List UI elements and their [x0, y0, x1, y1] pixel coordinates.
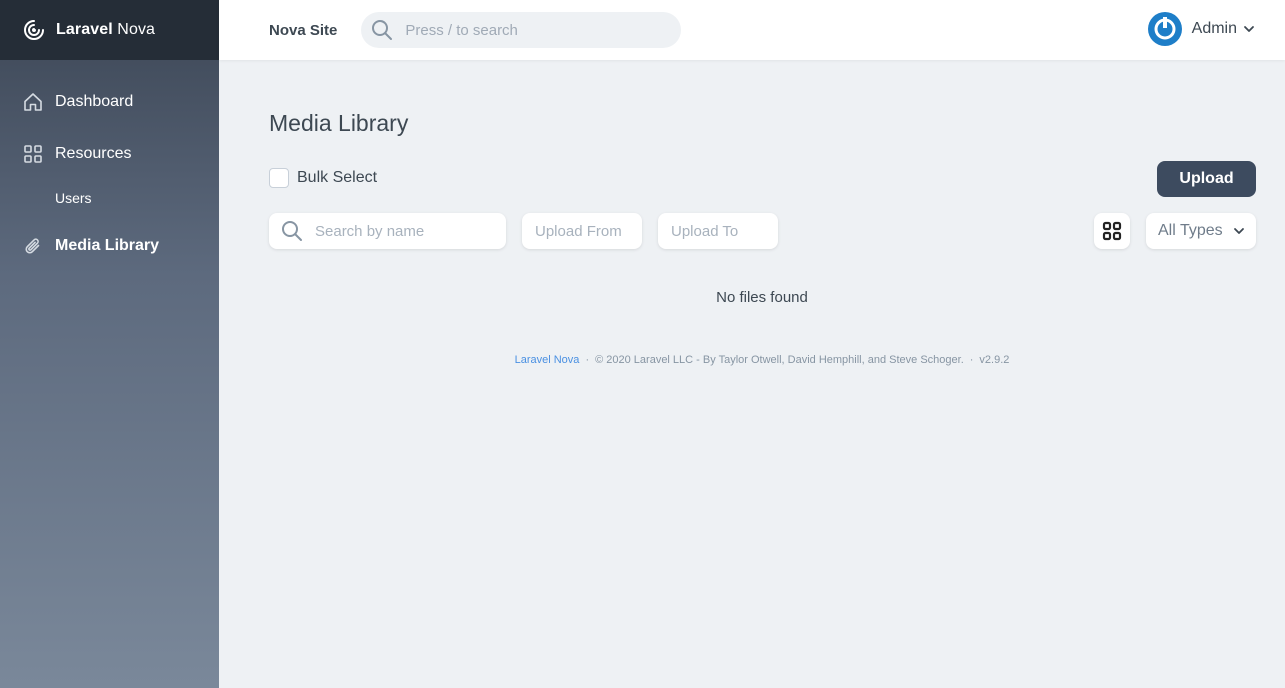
upload-button[interactable]: Upload: [1157, 161, 1256, 197]
avatar: [1147, 12, 1182, 46]
brand[interactable]: Laravel Nova: [0, 0, 219, 60]
footer-copyright: © 2020 Laravel LLC - By Taylor Otwell, D…: [595, 354, 964, 366]
user-name: Admin: [1191, 20, 1237, 37]
site-name-link[interactable]: Nova Site: [269, 22, 337, 39]
bulk-select-label: Bulk Select: [297, 169, 378, 186]
page-title: Media Library: [269, 110, 409, 136]
grid-view-icon: [1102, 221, 1122, 241]
search-by-name-input[interactable]: [315, 222, 506, 240]
grid-view-toggle[interactable]: [1094, 213, 1130, 249]
sidebar-item-dashboard[interactable]: Dashboard: [0, 88, 219, 116]
search-icon: [371, 19, 393, 41]
footer: Laravel Nova · © 2020 Laravel LLC - By Tay…: [219, 354, 1285, 366]
top-header: Nova Site Admin: [219, 0, 1285, 60]
sidebar-item-label: Dashboard: [55, 93, 134, 110]
type-filter-select[interactable]: All Types: [1146, 213, 1256, 249]
global-search-input[interactable]: [405, 21, 656, 39]
chevron-down-icon: [1233, 228, 1244, 234]
chevron-down-icon: [1244, 26, 1254, 32]
footer-nova-link[interactable]: Laravel Nova: [515, 354, 580, 366]
media-search-field[interactable]: [269, 213, 506, 249]
laravel-nova-logo-icon: [24, 20, 44, 40]
home-icon: [23, 92, 43, 112]
sidebar-nav: Dashboard Resources Users Media Library: [0, 60, 219, 260]
upload-to-field[interactable]: [658, 213, 778, 249]
sidebar-item-label: Users: [55, 190, 92, 206]
upload-to-input[interactable]: [671, 222, 778, 240]
brand-name-rest: Nova: [117, 21, 156, 38]
sidebar-item-users[interactable]: Users: [0, 188, 219, 208]
sidebar-item-resources[interactable]: Resources: [0, 140, 219, 168]
user-menu[interactable]: Admin: [1147, 12, 1255, 46]
sidebar-item-media-library[interactable]: Media Library: [0, 232, 219, 260]
type-filter-value: All Types: [1158, 222, 1223, 239]
sidebar: Laravel Nova Dashboard Resources Users M…: [0, 0, 219, 688]
empty-state-message: No files found: [716, 289, 808, 306]
sidebar-item-label: Media Library: [55, 237, 160, 254]
upload-from-field[interactable]: [522, 213, 642, 249]
sidebar-item-label: Resources: [55, 145, 132, 162]
footer-separator: ·: [969, 354, 974, 366]
search-icon: [281, 220, 303, 242]
brand-name-bold: Laravel: [56, 21, 113, 38]
paperclip-icon: [23, 236, 43, 256]
bulk-select-checkbox[interactable]: [269, 168, 289, 188]
footer-version: v2.9.2: [979, 354, 1010, 366]
upload-from-input[interactable]: [535, 222, 642, 240]
brand-name: Laravel Nova: [56, 21, 155, 39]
grid-icon: [23, 144, 43, 164]
bulk-select[interactable]: Bulk Select: [269, 168, 377, 188]
footer-separator: ·: [585, 354, 590, 366]
main-content: Media Library Bulk Select Upload All Typ…: [219, 60, 1285, 688]
global-search[interactable]: [361, 12, 682, 48]
